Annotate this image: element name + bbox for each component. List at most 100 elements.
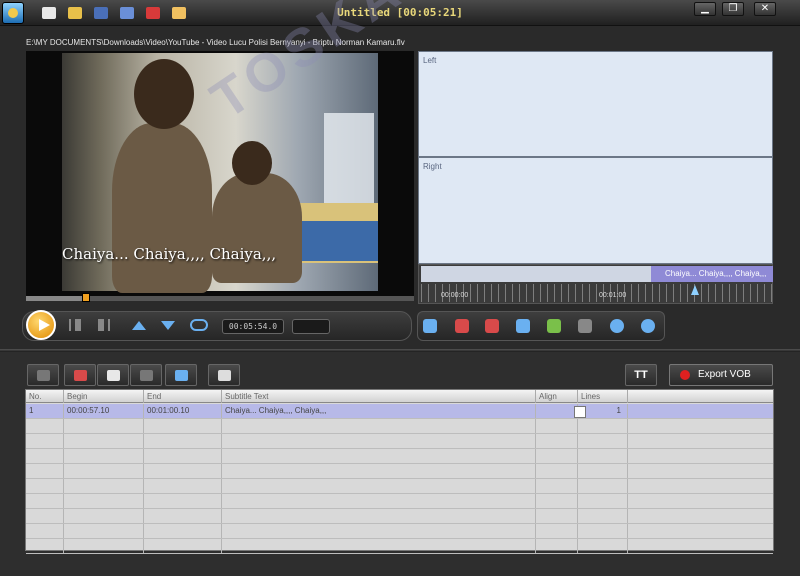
table-cell-empty[interactable]: [578, 419, 628, 433]
cell-begin[interactable]: 00:00:57.10: [64, 404, 144, 418]
table-row[interactable]: 1 00:00:57.10 00:01:00.10 Chaiya... Chai…: [26, 404, 773, 419]
table-cell-empty[interactable]: [144, 464, 222, 478]
restore-button[interactable]: ❐: [722, 2, 744, 16]
col-end[interactable]: End: [144, 390, 222, 403]
col-align[interactable]: Align: [536, 390, 578, 403]
table-cell-empty[interactable]: [222, 464, 536, 478]
table-cell-empty[interactable]: [64, 464, 144, 478]
cell-end[interactable]: 00:01:00.10: [144, 404, 222, 418]
table-cell-empty[interactable]: [144, 479, 222, 493]
save-icon[interactable]: [88, 0, 114, 26]
table-cell-empty[interactable]: [536, 524, 578, 538]
save-as-icon[interactable]: [114, 0, 140, 26]
open-folder-icon[interactable]: [62, 0, 88, 26]
minimize-button[interactable]: ▁: [694, 2, 716, 16]
table-cell-empty[interactable]: [64, 449, 144, 463]
zoom-out-icon[interactable]: [610, 319, 624, 333]
table-cell-empty[interactable]: [64, 509, 144, 523]
subtitle-settings-button[interactable]: TT: [625, 364, 657, 386]
app-logo-icon[interactable]: [2, 2, 24, 24]
right-text-panel[interactable]: Right: [418, 157, 773, 264]
table-cell-empty[interactable]: [578, 494, 628, 508]
table-cell-empty[interactable]: [144, 419, 222, 433]
table-row-empty[interactable]: [26, 479, 773, 494]
table-cell-empty[interactable]: [26, 419, 64, 433]
new-document-icon[interactable]: [36, 0, 62, 26]
table-cell-empty[interactable]: [26, 494, 64, 508]
table-cell-empty[interactable]: [26, 464, 64, 478]
table-cell-empty[interactable]: [222, 434, 536, 448]
text-align-button[interactable]: [208, 364, 240, 386]
video-preview[interactable]: Chaiya... Chaiya,,,, Chaiya,,,: [26, 51, 414, 296]
table-cell-empty[interactable]: [222, 509, 536, 523]
export-vob-button[interactable]: Export VOB: [669, 364, 773, 386]
zoom-in-icon[interactable]: [641, 319, 655, 333]
table-cell-empty[interactable]: [536, 434, 578, 448]
table-cell-empty[interactable]: [26, 434, 64, 448]
table-cell-empty[interactable]: [26, 539, 64, 553]
cell-subtitle-text[interactable]: Chaiya... Chaiya,,,, Chaiya,,,: [222, 404, 536, 418]
table-cell-empty[interactable]: [578, 464, 628, 478]
settings-wrench-icon[interactable]: [166, 0, 192, 26]
table-cell-empty[interactable]: [536, 494, 578, 508]
set-begin-icon[interactable]: [547, 319, 561, 333]
table-cell-empty[interactable]: [222, 449, 536, 463]
col-begin[interactable]: Begin: [64, 390, 144, 403]
sync-icon[interactable]: [516, 319, 530, 333]
subtitle-timeline[interactable]: Chaiya... Chaiya,,,, Chaiya,,, 00:00:00 …: [418, 264, 773, 304]
table-cell-empty[interactable]: [578, 509, 628, 523]
table-cell-empty[interactable]: [222, 494, 536, 508]
left-text-panel[interactable]: Left: [418, 51, 773, 157]
split-subtitle-icon[interactable]: [485, 319, 499, 333]
table-cell-empty[interactable]: [536, 509, 578, 523]
video-seek-bar[interactable]: [26, 293, 414, 302]
volume-control[interactable]: [292, 319, 330, 334]
table-cell-empty[interactable]: [578, 479, 628, 493]
table-cell-empty[interactable]: [578, 524, 628, 538]
copy-button[interactable]: [97, 364, 129, 386]
table-row-empty[interactable]: [26, 434, 773, 449]
loop-icon[interactable]: [190, 319, 208, 331]
table-cell-empty[interactable]: [64, 539, 144, 553]
table-cell-empty[interactable]: [26, 479, 64, 493]
table-row-empty[interactable]: [26, 419, 773, 434]
table-cell-empty[interactable]: [578, 449, 628, 463]
table-row-empty[interactable]: [26, 509, 773, 524]
table-cell-empty[interactable]: [144, 509, 222, 523]
table-cell-empty[interactable]: [222, 524, 536, 538]
move-up-icon[interactable]: [132, 321, 146, 330]
table-row-empty[interactable]: [26, 494, 773, 509]
table-row-empty[interactable]: [26, 464, 773, 479]
table-cell-empty[interactable]: [144, 449, 222, 463]
move-down-icon[interactable]: [161, 321, 175, 330]
help-icon[interactable]: [140, 0, 166, 26]
table-cell-empty[interactable]: [64, 419, 144, 433]
table-cell-empty[interactable]: [536, 479, 578, 493]
table-cell-empty[interactable]: [222, 419, 536, 433]
table-cell-empty[interactable]: [26, 449, 64, 463]
play-button[interactable]: [26, 310, 56, 340]
col-subtitle-text[interactable]: Subtitle Text: [222, 390, 536, 403]
close-button[interactable]: ✕: [754, 2, 776, 16]
cut-button[interactable]: [64, 364, 96, 386]
seek-thumb[interactable]: [82, 293, 90, 302]
table-row-empty[interactable]: [26, 539, 773, 554]
table-cell-empty[interactable]: [26, 509, 64, 523]
cell-align[interactable]: [536, 404, 578, 418]
table-row-empty[interactable]: [26, 449, 773, 464]
paste-button[interactable]: [130, 364, 162, 386]
timeline-subtitle-segment[interactable]: Chaiya... Chaiya,,,, Chaiya,,,: [651, 266, 773, 282]
table-cell-empty[interactable]: [64, 479, 144, 493]
delete-subtitle-icon[interactable]: [455, 319, 469, 333]
table-row-empty[interactable]: [26, 524, 773, 539]
table-cell-empty[interactable]: [222, 539, 536, 553]
font-button[interactable]: [27, 364, 59, 386]
table-cell-empty[interactable]: [144, 539, 222, 553]
table-cell-empty[interactable]: [64, 494, 144, 508]
table-cell-empty[interactable]: [578, 434, 628, 448]
next-frame-icon[interactable]: [98, 319, 110, 331]
table-cell-empty[interactable]: [536, 449, 578, 463]
subtitle-table[interactable]: No. Begin End Subtitle Text Align Lines …: [25, 389, 774, 554]
previous-frame-icon[interactable]: [69, 319, 81, 331]
table-cell-empty[interactable]: [144, 434, 222, 448]
